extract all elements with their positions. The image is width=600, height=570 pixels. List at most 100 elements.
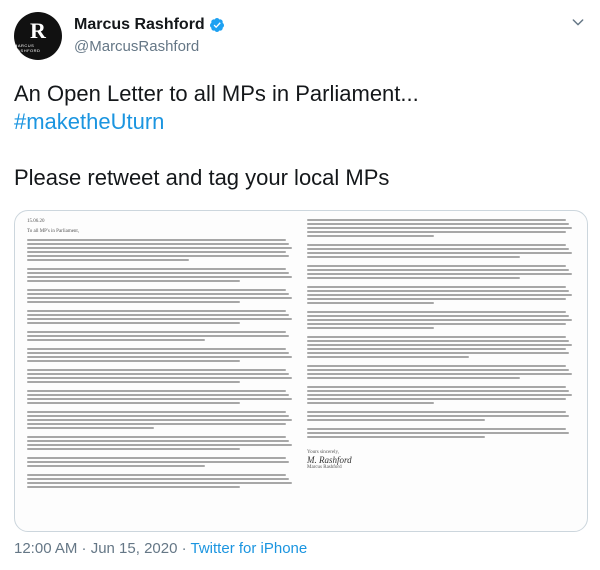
tweet-line-call-to-action: Please retweet and tag your local MPs xyxy=(14,165,390,190)
letter-text-line xyxy=(307,377,521,379)
letter-text-line xyxy=(307,235,434,237)
avatar-monogram: R xyxy=(30,17,46,43)
letter-text-line xyxy=(307,315,569,317)
tweet-timestamp[interactable]: 12:00 AM · Jun 15, 2020 xyxy=(14,540,177,557)
letter-text-line xyxy=(27,247,292,249)
letter-text-line xyxy=(27,310,287,312)
chevron-down-icon[interactable] xyxy=(570,14,586,30)
letter-text-line xyxy=(27,423,287,425)
letter-text-line xyxy=(307,428,567,430)
letter-text-line xyxy=(27,440,289,442)
letter-text-line xyxy=(27,255,289,257)
letter-text-line xyxy=(27,348,287,350)
letter-text-line xyxy=(307,277,521,279)
letter-text-line xyxy=(307,265,567,267)
letter-text-line xyxy=(307,344,572,346)
attached-letter-image[interactable]: 15.06.20 To all MP's in Parliament, Your… xyxy=(14,210,588,532)
letter-text-line xyxy=(307,411,567,413)
letter-text-line xyxy=(27,465,206,467)
tweet-line-title: An Open Letter to all MPs in Parliament.… xyxy=(14,81,419,106)
letter-text-line xyxy=(27,482,292,484)
letter-text-line xyxy=(27,239,287,241)
letter-text-line xyxy=(27,314,289,316)
letter-signer-name: Marcus Rashford xyxy=(307,465,342,470)
letter-text-line xyxy=(307,219,567,221)
letter-text-line xyxy=(27,478,289,480)
letter-text-line xyxy=(27,369,287,371)
letter-text-line xyxy=(307,398,567,400)
author-handle[interactable]: @MarcusRashford xyxy=(74,38,199,55)
letter-text-line xyxy=(307,319,572,321)
letter-right-column: Yours sincerely, M. Rashford Marcus Rash… xyxy=(307,219,577,523)
tweet-source-link[interactable]: Twitter for iPhone xyxy=(191,540,308,557)
letter-text-line xyxy=(307,340,569,342)
letter-text-line xyxy=(27,457,287,459)
letter-text-line xyxy=(27,356,292,358)
letter-signature: M. Rashford xyxy=(307,455,352,465)
letter-text-line xyxy=(307,302,434,304)
author-display-name[interactable]: Marcus Rashford xyxy=(74,16,205,34)
avatar-subtext: MARCUS RASHFORD xyxy=(14,42,41,53)
letter-text-line xyxy=(307,231,567,233)
letter-text-line xyxy=(27,280,241,282)
letter-text-line xyxy=(307,323,567,325)
letter-text-line xyxy=(27,377,292,379)
letter-text-line xyxy=(27,360,241,362)
letter-text-line xyxy=(307,227,572,229)
letter-text-line xyxy=(307,415,569,417)
letter-text-line xyxy=(307,290,569,292)
letter-text-line xyxy=(307,273,572,275)
letter-text-line xyxy=(307,373,572,375)
letter-text-line xyxy=(27,276,292,278)
letter-text-line xyxy=(307,402,434,404)
letter-text-line xyxy=(27,268,287,270)
letter-text-line xyxy=(307,294,572,296)
avatar[interactable]: R MARCUS RASHFORD xyxy=(14,12,62,60)
letter-text-line xyxy=(27,486,241,488)
letter-text-line xyxy=(307,252,572,254)
letter-text-line xyxy=(27,461,289,463)
letter-left-column: 15.06.20 To all MP's in Parliament, xyxy=(27,219,297,523)
verified-badge-icon xyxy=(209,18,224,32)
letter-text-line xyxy=(27,243,289,245)
letter-text-line xyxy=(307,311,567,313)
hashtag-link[interactable]: #maketheUturn xyxy=(14,109,164,134)
letter-text-line xyxy=(27,331,287,333)
tweet-text: An Open Letter to all MPs in Parliament.… xyxy=(14,80,586,192)
letter-text-line xyxy=(27,297,292,299)
letter-text-line xyxy=(27,381,241,383)
letter-text-line xyxy=(307,394,572,396)
letter-text-line xyxy=(307,286,567,288)
letter-text-line xyxy=(27,352,289,354)
letter-text-line xyxy=(307,352,569,354)
letter-text-line xyxy=(27,289,287,291)
letter-text-line xyxy=(307,369,569,371)
letter-text-line xyxy=(307,436,486,438)
letter-text-line xyxy=(307,269,569,271)
meta-separator: · xyxy=(177,540,191,557)
tweet-header: R MARCUS RASHFORD Marcus Rashford @Marcu… xyxy=(14,10,586,62)
letter-text-line xyxy=(307,348,567,350)
letter-text-line xyxy=(307,365,567,367)
letter-text-line xyxy=(27,272,289,274)
letter-text-line xyxy=(307,223,569,225)
letter-text-line xyxy=(307,390,569,392)
letter-text-line xyxy=(307,419,486,421)
letter-text-line xyxy=(27,322,241,324)
letter-text-line xyxy=(27,402,241,404)
letter-text-line xyxy=(307,432,569,434)
letter-text-line xyxy=(307,327,434,329)
letter-text-line xyxy=(27,301,241,303)
letter-text-line xyxy=(27,474,287,476)
author-name-row[interactable]: Marcus Rashford xyxy=(74,16,225,34)
letter-text-line xyxy=(27,318,292,320)
letter-text-line xyxy=(27,415,289,417)
letter-text-line xyxy=(307,336,567,338)
letter-text-line xyxy=(27,411,287,413)
letter-text-line xyxy=(307,298,567,300)
letter-text-line xyxy=(307,356,469,358)
letter-text-line xyxy=(27,427,154,429)
letter-text-line xyxy=(307,256,521,258)
letter-text-line xyxy=(27,251,287,253)
letter-text-line xyxy=(27,373,289,375)
